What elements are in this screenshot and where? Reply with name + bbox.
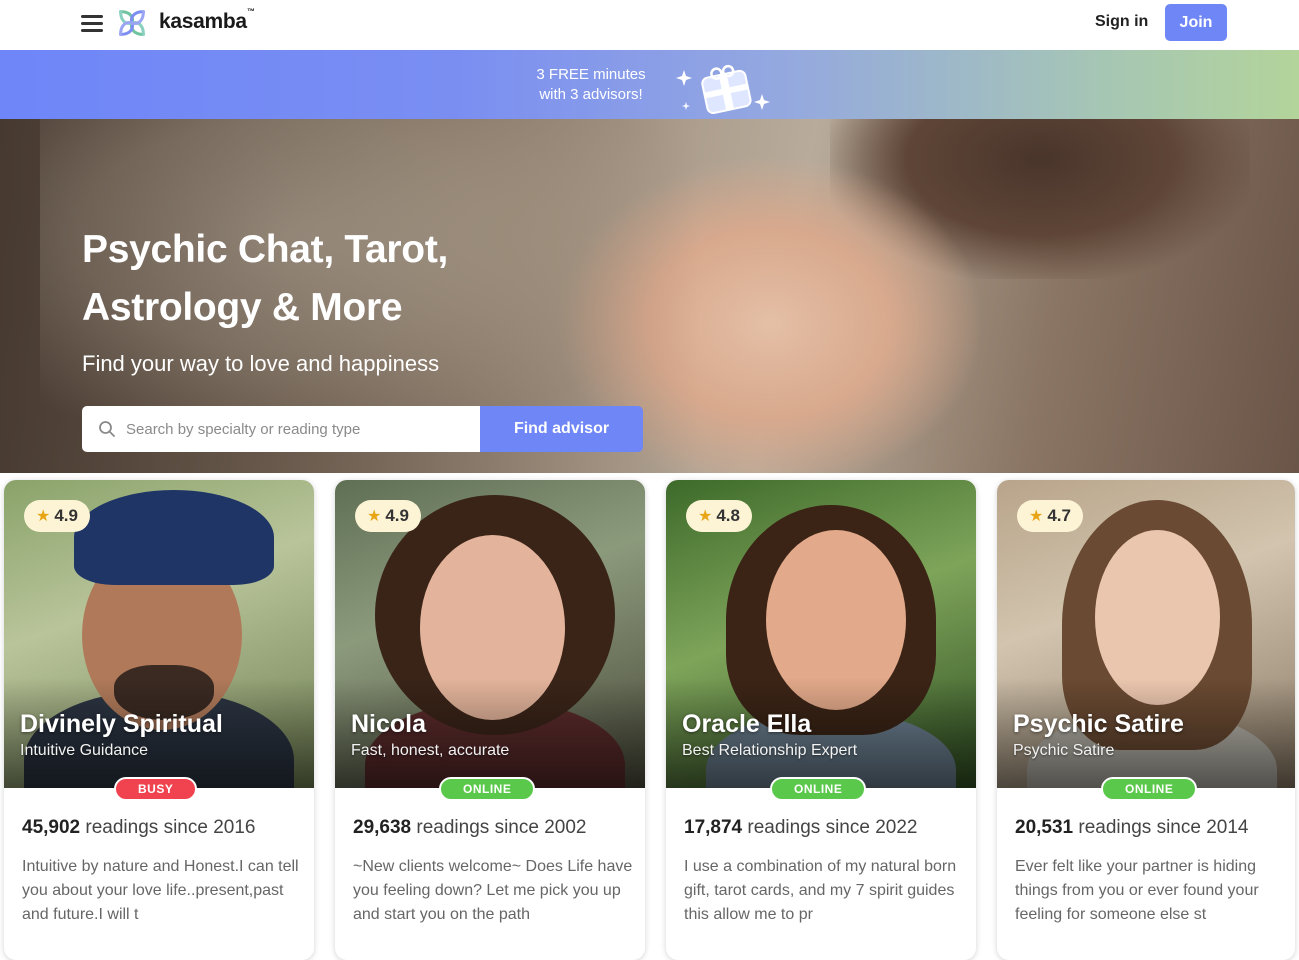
readings-count: 17,874 readings since 2022 xyxy=(684,817,917,839)
rating-value: 4.7 xyxy=(1047,506,1071,525)
advisor-name: Divinely Spiritual xyxy=(20,710,223,738)
star-icon: ★ xyxy=(698,508,713,525)
rating-badge: ★ 4.7 xyxy=(1017,500,1083,532)
logo-wordmark[interactable]: kasamba xyxy=(159,10,247,34)
readings-suffix: readings since 2002 xyxy=(416,817,587,838)
status-badge: ONLINE xyxy=(1101,777,1198,801)
advisor-bio: Intuitive by nature and Honest.I can tel… xyxy=(22,858,299,923)
hero-title-line-1: Psychic Chat, Tarot, xyxy=(82,228,449,271)
advisor-photo: ★ 4.9 Nicola Fast, honest, accurate xyxy=(335,480,645,788)
readings-number: 29,638 xyxy=(353,817,412,838)
search-box[interactable] xyxy=(82,406,480,452)
search-icon xyxy=(99,421,115,437)
status-badge: ONLINE xyxy=(439,777,536,801)
rating-value: 4.8 xyxy=(716,506,740,525)
advisor-tagline: Intuitive Guidance xyxy=(20,742,149,759)
hero-title: Psychic Chat, Tarot, Astrology & More xyxy=(82,221,602,337)
rating-badge: ★ 4.9 xyxy=(24,500,90,532)
advisor-name: Oracle Ella xyxy=(682,710,812,738)
advisor-card[interactable]: ★ 4.9 Divinely Spiritual Intuitive Guida… xyxy=(4,480,314,960)
star-icon: ★ xyxy=(367,508,382,525)
advisor-photo: ★ 4.9 Divinely Spiritual Intuitive Guida… xyxy=(4,480,314,788)
hero-section: Psychic Chat, Tarot, Astrology & More Fi… xyxy=(0,119,1299,473)
advisor-bio: I use a combination of my natural born g… xyxy=(684,858,957,923)
readings-suffix: readings since 2016 xyxy=(85,817,256,838)
advisor-card[interactable]: ★ 4.8 Oracle Ella Best Relationship Expe… xyxy=(666,480,976,960)
find-advisor-button[interactable]: Find advisor xyxy=(480,406,643,452)
status-badge: BUSY xyxy=(114,777,198,801)
star-icon: ★ xyxy=(36,508,51,525)
rating-badge: ★ 4.8 xyxy=(686,500,752,532)
advisor-card[interactable]: ★ 4.7 Psychic Satire Psychic Satire ONLI… xyxy=(997,480,1295,960)
advisor-name: Nicola xyxy=(351,710,427,738)
hamburger-menu-icon[interactable] xyxy=(81,15,103,33)
logo-trademark: ™ xyxy=(247,7,255,16)
kasamba-logo-icon[interactable] xyxy=(113,4,151,42)
rating-badge: ★ 4.9 xyxy=(355,500,421,532)
rating-value: 4.9 xyxy=(385,506,409,525)
hero-title-line-2: Astrology & More xyxy=(82,286,403,329)
gift-box-icon xyxy=(676,64,770,115)
status-badge: ONLINE xyxy=(770,777,867,801)
promo-line-1: 3 FREE minutes xyxy=(536,66,646,83)
hero-subtitle: Find your way to love and happiness xyxy=(82,351,440,376)
readings-number: 20,531 xyxy=(1015,817,1074,838)
readings-number: 17,874 xyxy=(684,817,743,838)
readings-count: 29,638 readings since 2002 xyxy=(353,817,586,839)
join-button[interactable]: Join xyxy=(1165,4,1227,41)
promo-line-2: with 3 advisors! xyxy=(539,86,643,103)
advisor-card[interactable]: ★ 4.9 Nicola Fast, honest, accurate ONLI… xyxy=(335,480,645,960)
advisor-tagline: Fast, honest, accurate xyxy=(351,742,510,759)
readings-number: 45,902 xyxy=(22,817,81,838)
readings-suffix: readings since 2022 xyxy=(747,817,918,838)
advisor-photo: ★ 4.8 Oracle Ella Best Relationship Expe… xyxy=(666,480,976,788)
advisor-tagline: Best Relationship Expert xyxy=(682,742,858,759)
advisor-tagline: Psychic Satire xyxy=(1013,742,1115,759)
advisor-cards: ★ 4.9 Divinely Spiritual Intuitive Guida… xyxy=(0,473,1299,960)
promo-text: 3 FREE minutes with 3 advisors! xyxy=(520,65,662,105)
star-icon: ★ xyxy=(1029,508,1044,525)
free-minutes-banner[interactable]: 3 FREE minutes with 3 advisors! xyxy=(0,50,1299,119)
readings-suffix: readings since 2014 xyxy=(1078,817,1249,838)
advisor-photo: ★ 4.7 Psychic Satire Psychic Satire xyxy=(997,480,1295,788)
readings-count: 45,902 readings since 2016 xyxy=(22,817,255,839)
sign-in-link[interactable]: Sign in xyxy=(1095,13,1148,31)
advisor-bio: ~New clients welcome~ Does Life have you… xyxy=(353,858,633,923)
rating-value: 4.9 xyxy=(54,506,78,525)
advisor-name: Psychic Satire xyxy=(1013,710,1184,738)
search-input[interactable] xyxy=(126,418,466,440)
advisor-bio: Ever felt like your partner is hiding th… xyxy=(1015,858,1259,923)
readings-count: 20,531 readings since 2014 xyxy=(1015,817,1248,839)
site-header: kasamba ™ Sign in Join xyxy=(0,0,1299,50)
